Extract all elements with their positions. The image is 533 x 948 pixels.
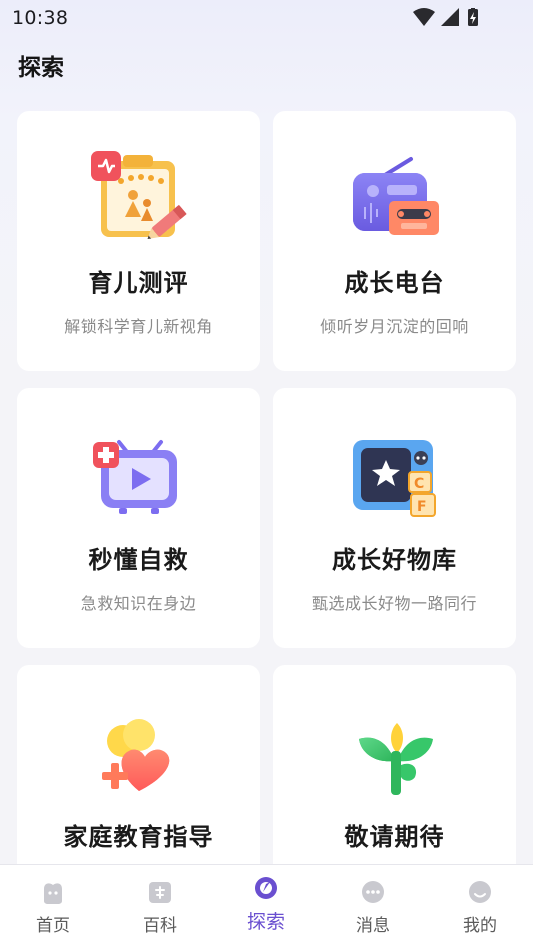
nav-label: 探索 — [246, 911, 285, 933]
nav-label: 首页 — [36, 916, 70, 936]
card-subtitle: 倾听岁月沉淀的回响 — [320, 317, 469, 336]
status-bar: 10:38 — [0, 0, 533, 36]
status-time: 10:38 — [12, 7, 69, 29]
encyclopedia-icon — [149, 882, 171, 903]
card-parenting-assessment[interactable]: 育儿测评 解锁科学育儿新视角 — [17, 111, 260, 371]
bottom-nav: 首页 百科 探索 消息 我的 — [0, 864, 533, 948]
home-icon — [44, 883, 62, 904]
nav-explore[interactable]: 探索 — [213, 865, 319, 948]
radio-icon — [352, 157, 439, 235]
card-title: 成长好物库 — [332, 546, 457, 574]
page-title: 探索 — [18, 55, 64, 81]
nav-messages[interactable]: 消息 — [320, 865, 426, 948]
nav-label: 百科 — [143, 916, 177, 936]
message-icon — [362, 881, 384, 903]
card-title: 敬请期待 — [344, 823, 445, 851]
parenting-assessment-icon — [90, 151, 187, 239]
family-education-icon — [101, 719, 169, 791]
wifi-icon — [413, 8, 435, 26]
status-icons — [413, 7, 493, 28]
goods-library-icon: C F — [352, 440, 436, 517]
explore-icon — [255, 877, 277, 899]
card-subtitle: 甄选成长好物一路同行 — [311, 594, 477, 613]
card-subtitle: 急救知识在身边 — [80, 594, 197, 613]
card-title: 秒懂自救 — [88, 546, 189, 574]
nav-home[interactable]: 首页 — [0, 865, 106, 948]
card-growth-radio[interactable]: 成长电台 倾听岁月沉淀的回响 — [273, 111, 516, 371]
nav-encyclopedia[interactable]: 百科 — [107, 865, 213, 948]
profile-icon — [469, 881, 491, 903]
signal-icon — [441, 8, 459, 26]
explore-screen: 10:38 探索 育儿测评 解锁科学育儿新视角 成长电台 倾听岁月沉淀的回响 秒… — [0, 0, 533, 948]
card-title: 成长电台 — [344, 269, 445, 297]
svg-text:C: C — [414, 476, 424, 492]
card-title: 育儿测评 — [88, 269, 189, 297]
card-title: 家庭教育指导 — [63, 823, 214, 851]
nav-label: 我的 — [463, 916, 497, 936]
card-goods-library[interactable]: C F 成长好物库 甄选成长好物一路同行 — [273, 388, 516, 648]
card-first-aid[interactable]: 秒懂自救 急救知识在身边 — [17, 388, 260, 648]
first-aid-video-icon — [92, 440, 177, 514]
card-subtitle: 解锁科学育儿新视角 — [64, 317, 213, 336]
nav-label: 消息 — [356, 916, 390, 936]
sprout-icon — [358, 723, 433, 795]
nav-profile[interactable]: 我的 — [427, 865, 533, 948]
battery-icon — [468, 7, 478, 26]
svg-text:F: F — [417, 499, 427, 515]
